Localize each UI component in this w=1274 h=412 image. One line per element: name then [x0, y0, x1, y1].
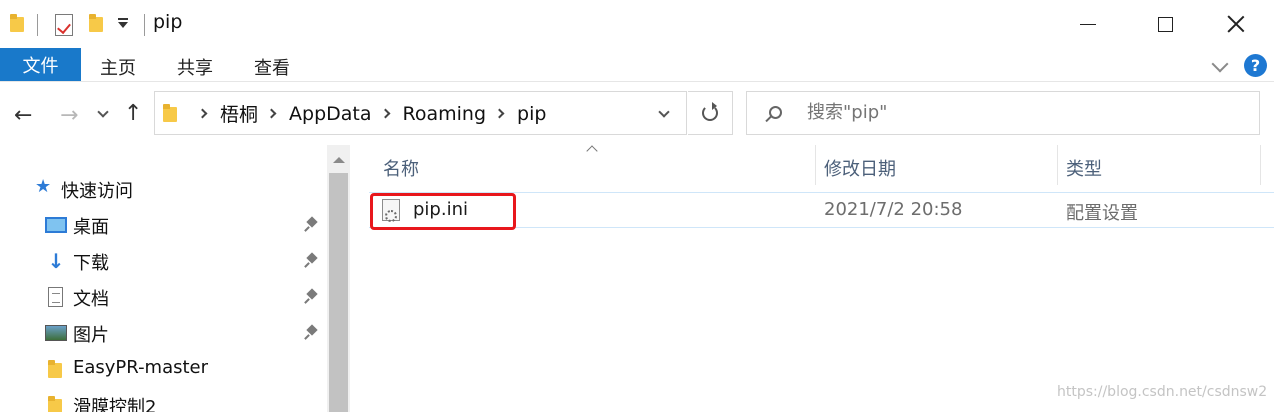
address-bar[interactable]: 梧桐 AppData Roaming pip: [154, 91, 687, 135]
scroll-up-icon[interactable]: [333, 157, 345, 163]
sidebar-item-label: 桌面: [73, 217, 109, 238]
ribbon-tabs: 文件 主页 共享 查看 ?: [0, 48, 1274, 82]
column-header-name[interactable]: 名称: [383, 145, 419, 189]
sidebar-item-documents[interactable]: 文档: [0, 280, 326, 314]
sidebar-item-label: 快速访问: [61, 181, 133, 202]
chevron-right-icon[interactable]: [494, 108, 505, 119]
sidebar-scrollbar[interactable]: [327, 145, 350, 412]
tab-view[interactable]: 查看: [254, 54, 290, 80]
column-header-type[interactable]: 类型: [1066, 145, 1102, 189]
scrollbar-thumb[interactable]: [329, 173, 348, 412]
document-icon: [48, 287, 63, 307]
folder-icon: [163, 104, 177, 122]
breadcrumb-item[interactable]: pip: [517, 103, 546, 125]
column-header-modified[interactable]: 修改日期: [824, 145, 896, 189]
watermark: https://blog.csdn.net/csdnsw2: [1057, 384, 1268, 400]
refresh-button[interactable]: [688, 91, 733, 135]
download-icon: ↓: [47, 249, 65, 273]
file-list: 名称 修改日期 类型 pip.ini 2021/7/2 20:58 配置设置: [353, 145, 1274, 412]
breadcrumb-item[interactable]: AppData: [289, 103, 372, 125]
help-icon[interactable]: ?: [1244, 54, 1267, 77]
folder-icon: [10, 14, 24, 32]
sidebar-item-label: 文档: [73, 289, 109, 310]
maximize-icon[interactable]: [1158, 17, 1173, 32]
column-divider[interactable]: [1260, 145, 1261, 185]
navigation-bar: ← → ↑ 梧桐 AppData Roaming pip: [0, 83, 1274, 143]
star-icon: ★: [35, 176, 52, 197]
desktop-icon: [45, 217, 67, 233]
folder-icon: [48, 396, 70, 412]
sidebar-item-easypr-master[interactable]: EasyPR-master: [0, 352, 326, 386]
expand-ribbon-icon[interactable]: [1211, 55, 1229, 73]
sidebar-item-label: 滑膜控制2: [73, 397, 157, 412]
folder-icon: [48, 360, 70, 380]
pin-icon[interactable]: [304, 326, 318, 340]
pictures-icon: [45, 325, 67, 341]
pin-icon[interactable]: [304, 290, 318, 304]
close-icon[interactable]: [1226, 14, 1246, 34]
pin-icon[interactable]: [304, 254, 318, 268]
sidebar-item-label: 下载: [73, 253, 109, 274]
recent-locations-icon[interactable]: [97, 106, 109, 118]
column-divider[interactable]: [815, 145, 816, 185]
breadcrumb-item[interactable]: Roaming: [403, 103, 487, 125]
search-input[interactable]: [807, 102, 1237, 123]
tab-share[interactable]: 共享: [177, 54, 213, 80]
title-bar: pip: [0, 0, 1274, 48]
column-divider[interactable]: [1057, 145, 1058, 185]
chevron-right-icon[interactable]: [197, 108, 208, 119]
sidebar-item-sliding-mode-control[interactable]: 滑膜控制2: [0, 388, 326, 412]
breadcrumb-item[interactable]: 梧桐: [220, 100, 258, 127]
back-arrow-icon[interactable]: ←: [14, 103, 32, 128]
navigation-pane: ★ 快速访问 桌面 ↓ 下载 文档 图片 EasyPR-master 滑膜控制2: [0, 145, 350, 412]
window-title: pip: [153, 11, 183, 33]
divider: [144, 14, 145, 36]
file-modified-date: 2021/7/2 20:58: [824, 199, 963, 220]
breadcrumb: 梧桐 AppData Roaming pip: [189, 100, 546, 127]
divider: [37, 14, 38, 36]
forward-arrow-icon[interactable]: →: [60, 103, 78, 128]
tab-home[interactable]: 主页: [100, 54, 136, 80]
sidebar-item-label: EasyPR-master: [73, 357, 209, 378]
pin-icon[interactable]: [304, 218, 318, 232]
new-folder-icon[interactable]: [89, 14, 103, 32]
tab-file[interactable]: 文件: [0, 48, 81, 81]
search-icon: [769, 106, 782, 119]
file-type: 配置设置: [1066, 203, 1138, 224]
customize-toolbar-icon[interactable]: [118, 18, 128, 28]
sidebar-item-pictures[interactable]: 图片: [0, 316, 326, 350]
sidebar-item-downloads[interactable]: ↓ 下载: [0, 244, 326, 278]
chevron-right-icon[interactable]: [380, 108, 390, 119]
up-arrow-icon[interactable]: ↑: [124, 101, 142, 126]
minimize-icon[interactable]: [1080, 24, 1096, 25]
refresh-icon[interactable]: [702, 102, 718, 121]
chevron-right-icon[interactable]: [266, 108, 277, 119]
properties-icon[interactable]: [55, 14, 73, 36]
sidebar-item-label: 图片: [73, 325, 109, 346]
sort-ascending-icon: [586, 145, 598, 157]
sidebar-item-desktop[interactable]: 桌面: [0, 208, 326, 242]
chevron-down-icon[interactable]: [658, 106, 670, 118]
search-box[interactable]: [746, 91, 1260, 135]
sidebar-item-quick-access[interactable]: ★ 快速访问: [0, 172, 326, 206]
annotation-highlight-box: [370, 193, 516, 230]
